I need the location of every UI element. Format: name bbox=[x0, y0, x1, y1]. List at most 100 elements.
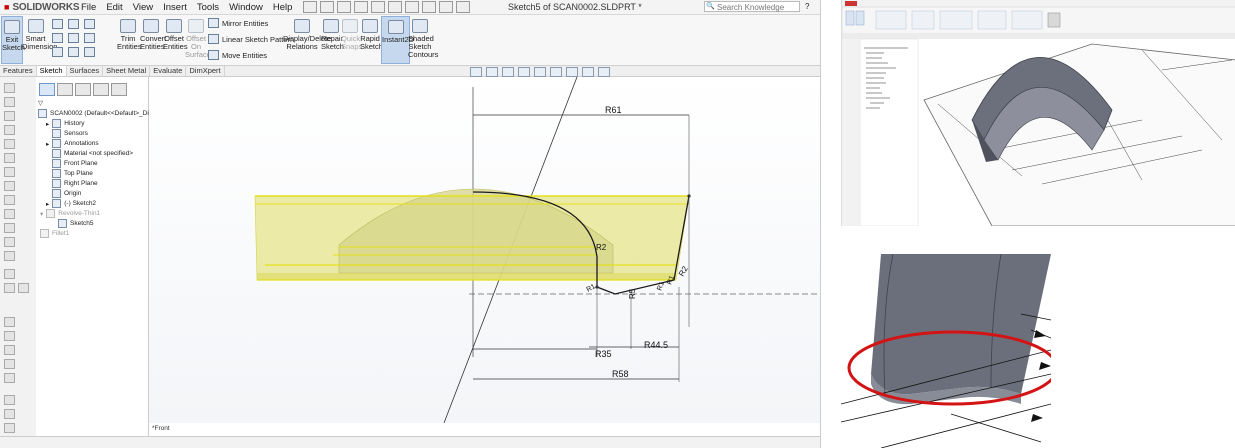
hide-show-icon[interactable] bbox=[566, 67, 578, 77]
menu-file[interactable]: File bbox=[76, 2, 101, 13]
appearance-icon[interactable] bbox=[582, 67, 594, 77]
menu-help[interactable]: Help bbox=[268, 2, 298, 13]
tree-item-revolve-thin1[interactable]: ▾ Revolve-Thin1 bbox=[40, 209, 100, 218]
quick-snaps-button[interactable]: Quick Snaps bbox=[341, 16, 362, 51]
sketch-canvas[interactable]: R61 R35 R44.5 R58 R2 R2 R5 R1 R1 R1 bbox=[149, 77, 820, 423]
filter-icon[interactable]: ▽ bbox=[38, 99, 43, 107]
home-icon[interactable] bbox=[320, 1, 335, 13]
options-icon[interactable] bbox=[456, 1, 471, 13]
display-style-icon[interactable] bbox=[550, 67, 562, 77]
strip-tool-17-icon[interactable] bbox=[4, 317, 15, 327]
slot-tool[interactable] bbox=[68, 33, 79, 43]
tree-item-annotations[interactable]: ▸ Annotations bbox=[46, 139, 99, 148]
display-delete-relations-button[interactable]: Display/Delete Relations bbox=[283, 16, 331, 51]
fillet-tool[interactable] bbox=[68, 47, 79, 57]
mirror-entities-button[interactable]: Mirror Entities bbox=[208, 18, 268, 28]
circle-tool[interactable] bbox=[68, 19, 79, 29]
tree-item-top-plane[interactable]: Top Plane bbox=[52, 169, 93, 178]
sketch-point[interactable] bbox=[595, 285, 599, 289]
sketch-point[interactable] bbox=[687, 194, 691, 198]
menu-view[interactable]: View bbox=[128, 2, 158, 13]
strip-tool-22-icon[interactable] bbox=[4, 395, 15, 405]
spline-tool[interactable] bbox=[84, 19, 95, 29]
tab-sketch[interactable]: Sketch bbox=[36, 66, 67, 76]
search-input[interactable]: Search Knowledge Base bbox=[704, 1, 800, 23]
shaded-sketch-contours-button[interactable]: Shaded Sketch Contours bbox=[408, 16, 438, 59]
print-icon[interactable] bbox=[388, 1, 403, 13]
strip-tool-2-icon[interactable] bbox=[4, 97, 15, 107]
dimension-r58[interactable]: R58 bbox=[612, 369, 629, 379]
save-icon[interactable] bbox=[371, 1, 386, 13]
view-orientation-icon[interactable] bbox=[534, 67, 546, 77]
text-tool[interactable] bbox=[84, 47, 95, 57]
menu-insert[interactable]: Insert bbox=[158, 2, 192, 13]
tree-item-sensors[interactable]: Sensors bbox=[52, 129, 88, 138]
polygon-tool[interactable] bbox=[84, 33, 95, 43]
smart-dimension-button[interactable]: Smart Dimension bbox=[22, 16, 57, 51]
scene-icon[interactable] bbox=[598, 67, 610, 77]
trim-entities-button[interactable]: Trim Entities bbox=[117, 16, 142, 51]
dimension-r5[interactable]: R5 bbox=[628, 288, 637, 299]
instant2d-button[interactable]: Instant2D bbox=[381, 16, 414, 64]
line-tool[interactable] bbox=[52, 19, 63, 29]
zoom-fit-icon[interactable] bbox=[470, 67, 482, 77]
strip-tool-11-icon[interactable] bbox=[4, 223, 15, 233]
configuration-manager-tab-icon[interactable] bbox=[75, 83, 91, 96]
graphics-area[interactable]: R61 R35 R44.5 R58 R2 R2 R5 R1 R1 R1 bbox=[149, 77, 820, 423]
display-manager-tab-icon[interactable] bbox=[111, 83, 127, 96]
tree-item-origin[interactable]: Origin bbox=[52, 189, 81, 198]
strip-tool-20-icon[interactable] bbox=[4, 359, 15, 369]
strip-tool-10-icon[interactable] bbox=[4, 209, 15, 219]
tree-item-fillet1[interactable]: Fillet1 bbox=[40, 229, 69, 238]
dimxpert-manager-tab-icon[interactable] bbox=[93, 83, 109, 96]
help-icon[interactable]: ? bbox=[805, 2, 809, 11]
strip-tool-8-icon[interactable] bbox=[4, 181, 15, 191]
strip-tool-15-icon[interactable] bbox=[4, 283, 15, 293]
convert-entities-button[interactable]: Convert Entities bbox=[140, 16, 166, 51]
zoom-area-icon[interactable] bbox=[486, 67, 498, 77]
repair-sketch-button[interactable]: Repair Sketch bbox=[321, 16, 344, 51]
tab-evaluate[interactable]: Evaluate bbox=[150, 66, 187, 76]
feature-manager-tab-icon[interactable] bbox=[39, 83, 55, 96]
tab-surfaces[interactable]: Surfaces bbox=[67, 66, 104, 76]
tab-features[interactable]: Features bbox=[0, 66, 37, 76]
tab-dimxpert[interactable]: DimXpert bbox=[186, 66, 225, 76]
dimension-r1-left[interactable]: R1 bbox=[586, 283, 597, 294]
strip-tool-1-icon[interactable] bbox=[4, 83, 15, 93]
arc-tool[interactable] bbox=[52, 47, 63, 57]
previous-view-icon[interactable] bbox=[502, 67, 514, 77]
strip-tool-14-icon[interactable] bbox=[4, 269, 15, 279]
tree-item-history[interactable]: ▸ History bbox=[46, 119, 85, 128]
section-view-icon[interactable] bbox=[518, 67, 530, 77]
dimension-r2-top[interactable]: R2 bbox=[596, 243, 607, 252]
strip-tool-5-icon[interactable] bbox=[4, 139, 15, 149]
dimension-r61[interactable]: R61 bbox=[605, 105, 622, 115]
rectangle-tool[interactable] bbox=[52, 33, 63, 43]
pin-icon[interactable] bbox=[303, 1, 318, 13]
menu-tools[interactable]: Tools bbox=[192, 2, 224, 13]
move-entities-button[interactable]: Move Entities bbox=[208, 50, 267, 60]
tree-item-front-plane[interactable]: Front Plane bbox=[52, 159, 98, 168]
tab-sheet-metal[interactable]: Sheet Metal bbox=[103, 66, 151, 76]
tree-item-right-plane[interactable]: Right Plane bbox=[52, 179, 98, 188]
exit-sketch-button[interactable]: Exit Sketch bbox=[1, 16, 25, 64]
dimension-r44-5[interactable]: R44.5 bbox=[644, 340, 668, 350]
offset-entities-button[interactable]: Offset Entities bbox=[163, 16, 188, 51]
strip-tool-9-icon[interactable] bbox=[4, 195, 15, 205]
strip-tool-12-icon[interactable] bbox=[4, 237, 15, 247]
rebuild-icon[interactable] bbox=[439, 1, 454, 13]
tree-item-sketch2[interactable]: ▸ (-) Sketch2 bbox=[46, 199, 96, 208]
strip-tool-16-icon[interactable] bbox=[18, 283, 29, 293]
dimension-r35[interactable]: R35 bbox=[595, 349, 612, 359]
menu-edit[interactable]: Edit bbox=[101, 2, 127, 13]
new-icon[interactable] bbox=[337, 1, 352, 13]
strip-tool-23-icon[interactable] bbox=[4, 409, 15, 419]
strip-tool-3-icon[interactable] bbox=[4, 111, 15, 121]
strip-tool-6-icon[interactable] bbox=[4, 153, 15, 163]
dimension-r2-right[interactable]: R2 bbox=[677, 264, 690, 278]
strip-tool-21-icon[interactable] bbox=[4, 373, 15, 383]
linear-sketch-pattern-button[interactable]: Linear Sketch Pattern bbox=[208, 34, 294, 44]
strip-tool-24-icon[interactable] bbox=[4, 423, 15, 433]
offset-on-surface-button[interactable]: Offset On Surface bbox=[185, 16, 211, 59]
tree-item-sketch5[interactable]: Sketch5 bbox=[58, 219, 94, 228]
